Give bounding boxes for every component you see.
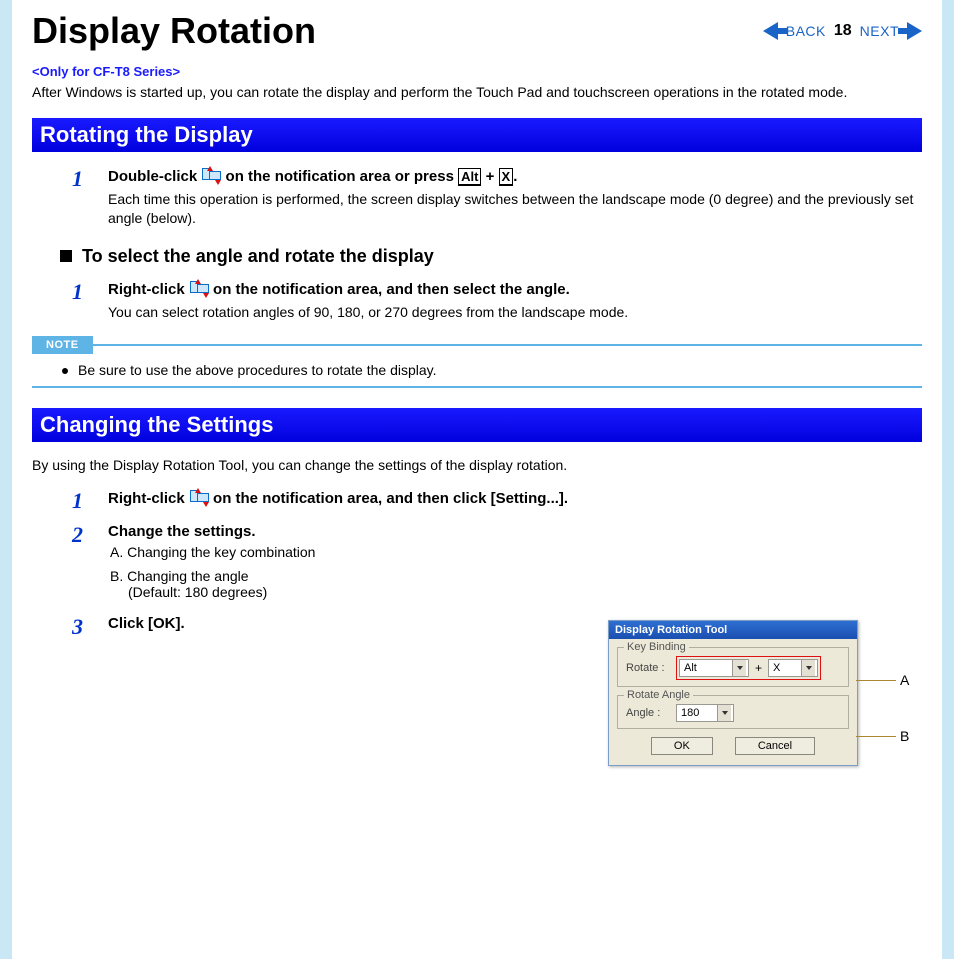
page-number: 18 xyxy=(834,22,852,40)
legend-keybinding: Key Binding xyxy=(624,641,689,653)
pointer-b-line xyxy=(856,736,896,737)
sublist-a: A. Changing the key combination xyxy=(110,544,922,560)
fieldset-angle: Rotate Angle Angle : 180 xyxy=(617,695,849,729)
back-link[interactable]: BACK xyxy=(786,23,826,39)
rotation-tray-icon xyxy=(189,279,209,297)
step-heading: Change the settings. xyxy=(108,522,922,542)
step-number: 1 xyxy=(72,279,88,322)
header: Display Rotation BACK 18 NEXT xyxy=(32,10,922,52)
step-heading: Right-click on the notification area, an… xyxy=(108,488,922,509)
legend-angle: Rotate Angle xyxy=(624,689,693,701)
step-number: 1 xyxy=(72,488,88,514)
angle-select[interactable]: 180 xyxy=(676,704,734,722)
callout-a: A xyxy=(900,672,909,688)
section2-intro: By using the Display Rotation Tool, you … xyxy=(32,456,922,475)
chevron-down-icon xyxy=(717,705,731,721)
chevron-down-icon xyxy=(732,660,746,676)
cancel-button[interactable]: Cancel xyxy=(735,737,815,755)
step-number: 1 xyxy=(72,166,88,228)
intro-text: After Windows is started up, you can rot… xyxy=(32,83,922,102)
s2-step-2: 2 Change the settings. A. Changing the k… xyxy=(72,522,922,608)
next-link[interactable]: NEXT xyxy=(860,23,899,39)
rotate-label: Rotate : xyxy=(626,662,672,674)
key-mod-select[interactable]: Alt xyxy=(679,659,749,677)
bullet-icon xyxy=(62,368,68,374)
fieldset-keybinding: Key Binding Rotate : Alt + X xyxy=(617,647,849,687)
dialog-title: Display Rotation Tool xyxy=(609,621,857,639)
pager-nav: BACK 18 NEXT xyxy=(763,22,922,40)
note-end-rule xyxy=(32,386,922,388)
page-title: Display Rotation xyxy=(32,10,316,52)
rotation-tray-icon xyxy=(189,488,209,506)
pointer-a-line xyxy=(856,680,896,681)
rotation-tool-dialog: Display Rotation Tool Key Binding Rotate… xyxy=(608,620,858,766)
callout-b: B xyxy=(900,728,909,744)
s2-step-1: 1 Right-click on the notification area, … xyxy=(72,488,922,514)
sublist-b: B. Changing the angle (Default: 180 degr… xyxy=(110,568,922,600)
next-arrow-icon[interactable] xyxy=(907,22,922,40)
keybinding-highlight: Alt + X xyxy=(676,656,821,680)
key-alt-icon: Alt xyxy=(458,168,481,186)
step-heading: Right-click on the notification area, an… xyxy=(108,279,922,300)
dialog-illustration: Display Rotation Tool Key Binding Rotate… xyxy=(608,620,920,766)
step-desc: You can select rotation angles of 90, 18… xyxy=(108,303,922,322)
key-char-select[interactable]: X xyxy=(768,659,818,677)
step-1: 1 Double-click on the notification area … xyxy=(72,166,922,228)
section-changing: Changing the Settings xyxy=(32,408,922,442)
step-number: 3 xyxy=(72,614,88,640)
note-strip: NOTE xyxy=(32,336,922,354)
chevron-down-icon xyxy=(801,660,815,676)
key-x-icon: X xyxy=(499,168,514,186)
step-number: 2 xyxy=(72,522,88,608)
note-label: NOTE xyxy=(32,336,93,354)
page: Display Rotation BACK 18 NEXT <Only for … xyxy=(12,0,942,959)
substep-1: 1 Right-click on the notification area, … xyxy=(72,279,922,322)
step-desc: Each time this operation is performed, t… xyxy=(108,190,922,228)
back-arrow-icon[interactable] xyxy=(763,22,778,40)
section-rotating: Rotating the Display xyxy=(32,118,922,152)
subheading: To select the angle and rotate the displ… xyxy=(60,246,922,267)
note-bullet: Be sure to use the above procedures to r… xyxy=(62,362,922,378)
step-heading: Double-click on the notification area or… xyxy=(108,166,922,187)
square-bullet-icon xyxy=(60,250,72,262)
angle-label: Angle : xyxy=(626,707,672,719)
rotation-tray-icon xyxy=(201,166,221,184)
ok-button[interactable]: OK xyxy=(651,737,713,755)
model-note: <Only for CF-T8 Series> xyxy=(32,64,922,79)
